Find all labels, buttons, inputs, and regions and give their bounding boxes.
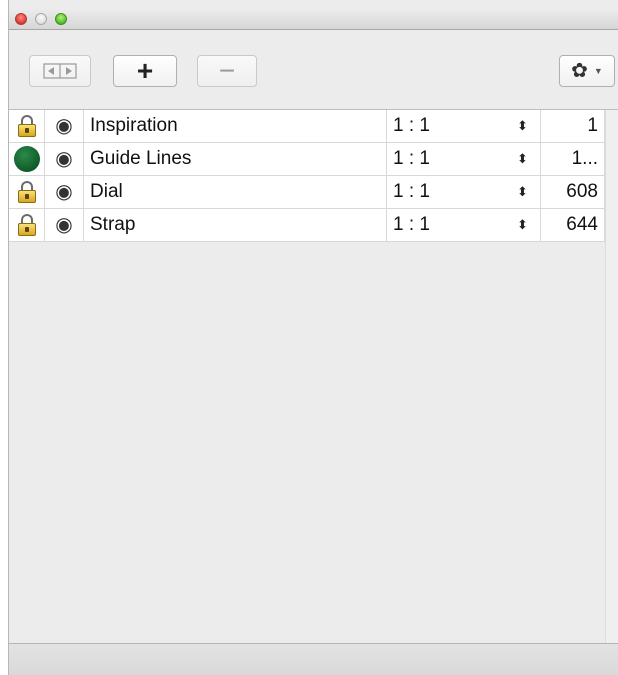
lock-icon [17,214,36,236]
layer-row[interactable]: ◉ Strap 1 : 1 ⬍ 644 [9,209,605,242]
lock-toggle[interactable] [9,143,45,175]
eye-icon: ◉ [55,115,73,137]
toolbar: + − ✿ ▼ [9,30,618,110]
visibility-toggle[interactable]: ◉ [45,143,84,175]
settings-menu-button[interactable]: ✿ ▼ [559,55,615,87]
zoom-button[interactable] [55,13,67,25]
eye-icon: ◉ [55,181,73,203]
lock-toggle[interactable] [9,110,45,142]
layers-window: + − ✿ ▼ ◉ Inspiration 1 : 1 ⬍ 1 ◉ Guide … [8,0,618,675]
visibility-toggle[interactable]: ◉ [45,209,84,241]
layer-name[interactable]: Guide Lines [84,143,387,175]
layer-name[interactable]: Inspiration [84,110,387,142]
minus-icon: − [218,55,236,86]
gear-icon: ✿ [571,60,588,82]
scale-stepper-icon[interactable]: ⬍ [505,143,541,175]
add-layer-button[interactable]: + [113,55,177,87]
lock-toggle[interactable] [9,176,45,208]
scale-stepper-icon[interactable]: ⬍ [505,209,541,241]
vertical-scrollbar[interactable] [605,110,618,643]
visibility-toggle[interactable]: ◉ [45,176,84,208]
scale-stepper-icon[interactable]: ⬍ [505,176,541,208]
layer-row[interactable]: ◉ Inspiration 1 : 1 ⬍ 1 [9,110,605,143]
layer-row[interactable]: ◉ Dial 1 : 1 ⬍ 608 [9,176,605,209]
status-bar [9,643,618,675]
visibility-toggle[interactable]: ◉ [45,110,84,142]
remove-layer-button[interactable]: − [197,55,257,87]
layer-value: 644 [541,209,605,241]
lock-icon [17,181,36,203]
layer-name[interactable]: Dial [84,176,387,208]
chevron-down-icon: ▼ [593,66,603,76]
plus-icon: + [136,55,154,86]
layer-name[interactable]: Strap [84,209,387,241]
lock-toggle[interactable] [9,209,45,241]
title-bar[interactable] [9,8,618,30]
layer-value: 608 [541,176,605,208]
move-layer-icon [43,63,77,79]
eye-icon: ◉ [55,214,73,236]
minimize-button[interactable] [35,13,47,25]
lock-icon [17,115,36,137]
layers-table: ◉ Inspiration 1 : 1 ⬍ 1 ◉ Guide Lines 1 … [9,110,605,643]
close-button[interactable] [15,13,27,25]
green-dot-icon [13,146,40,172]
layer-value: 1... [541,143,605,175]
move-layer-button[interactable] [29,55,91,87]
scale-stepper-icon[interactable]: ⬍ [505,110,541,142]
layer-value: 1 [541,110,605,142]
layer-row[interactable]: ◉ Guide Lines 1 : 1 ⬍ 1... [9,143,605,176]
eye-icon: ◉ [55,148,73,170]
